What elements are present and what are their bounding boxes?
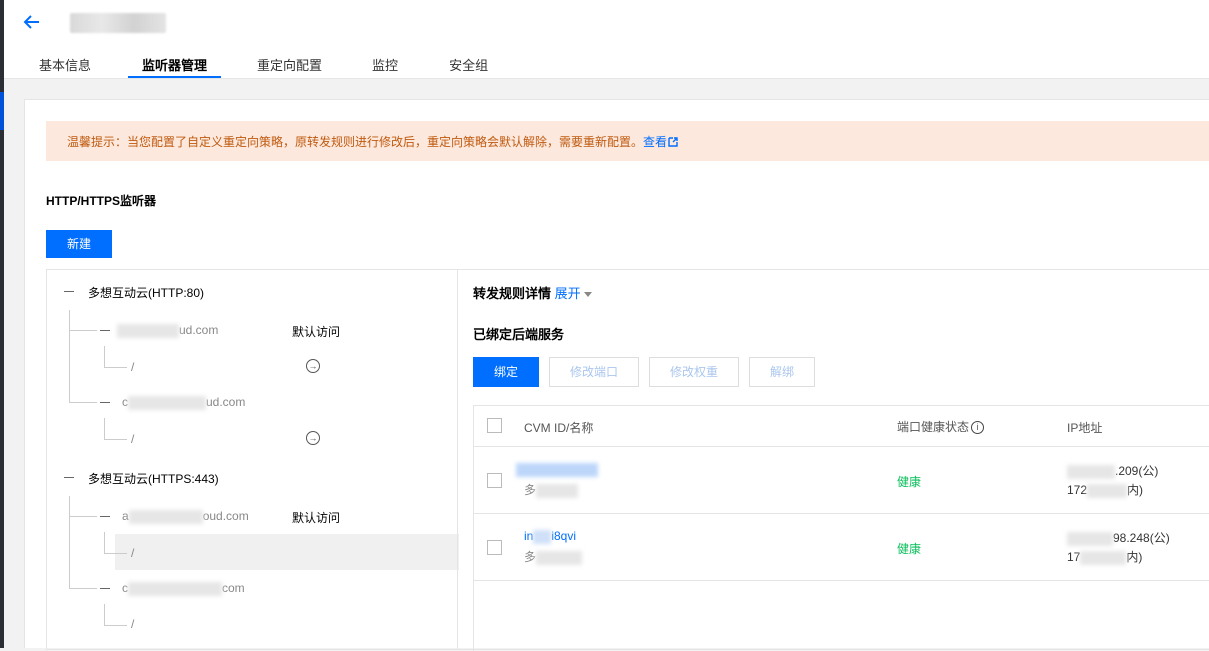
- arrow-right-circle-icon[interactable]: →: [306, 359, 320, 373]
- tab-listener-management[interactable]: 监听器管理: [128, 44, 222, 79]
- section-title: HTTP/HTTPS监听器: [46, 194, 156, 208]
- notice-view-link[interactable]: 查看: [643, 135, 678, 149]
- collapse-icon[interactable]: [100, 402, 110, 403]
- edit-port-button[interactable]: 修改端口: [549, 357, 639, 387]
- path-item[interactable]: /: [131, 360, 134, 374]
- left-nav-active-marker: [0, 92, 4, 130]
- tree-line: [104, 439, 127, 440]
- page-header: 基本信息 监听器管理 重定向配置 监控 安全组: [4, 0, 1209, 79]
- info-icon[interactable]: i: [971, 421, 985, 435]
- external-link-icon: [668, 137, 678, 147]
- tree-line: [104, 625, 127, 626]
- domain-item[interactable]: a oud.com: [122, 509, 249, 524]
- collapse-icon[interactable]: [100, 516, 110, 517]
- table-row: in i8qvi 多 健康 98.248(公) 17 内): [474, 514, 1209, 581]
- tab-security-group[interactable]: 安全组: [449, 44, 488, 79]
- edit-weight-button[interactable]: 修改权重: [649, 357, 739, 387]
- new-listener-button[interactable]: 新建: [46, 230, 112, 258]
- table-row: 多 健康 .209(公) 172 内): [474, 447, 1209, 514]
- domain-item[interactable]: c com: [122, 581, 245, 596]
- health-status: 健康: [897, 542, 922, 556]
- bind-button[interactable]: 绑定: [473, 357, 539, 387]
- tree-line: [69, 516, 97, 517]
- default-access-badge: 默认访问: [292, 511, 341, 525]
- health-status: 健康: [897, 475, 922, 489]
- redirect-notice: 温馨提示：当您配置了自定义重定向策略，原转发规则进行修改后，重定向策略会默认解除…: [46, 121, 1209, 161]
- rule-detail-panel: 转发规则详情 展开 已绑定后端服务 绑定 修改端口 修改权重 解绑 CVM ID…: [457, 269, 1209, 651]
- collapse-icon[interactable]: [100, 588, 110, 589]
- path-item[interactable]: /: [131, 546, 134, 560]
- public-ip: 98.248(公): [1067, 529, 1170, 546]
- tree-line: [69, 402, 97, 403]
- tree-line: [69, 330, 97, 331]
- path-item[interactable]: /: [131, 432, 134, 446]
- cvm-id-link[interactable]: in i8qvi: [524, 529, 576, 544]
- collapse-icon[interactable]: [100, 330, 110, 331]
- domain-item[interactable]: c ud.com: [122, 395, 245, 410]
- caret-down-icon: [584, 292, 593, 297]
- listener-http-80[interactable]: 多想互动云(HTTP:80): [88, 284, 204, 301]
- backend-table: CVM ID/名称 端口健康状态 i IP地址 多 健康 .209(公) 172 内…: [473, 405, 1209, 651]
- row-checkbox[interactable]: [487, 540, 502, 555]
- tree-line: [104, 532, 105, 553]
- domain-item[interactable]: ud.com: [117, 323, 218, 338]
- bound-backend-title: 已绑定后端服务: [473, 327, 565, 342]
- expand-link[interactable]: 展开: [555, 286, 593, 301]
- tab-redirect-config[interactable]: 重定向配置: [257, 44, 322, 79]
- back-arrow-icon[interactable]: [22, 12, 42, 32]
- rule-detail-title: 转发规则详情 展开: [473, 283, 593, 302]
- table-header: CVM ID/名称 端口健康状态 i IP地址: [474, 406, 1209, 447]
- path-item[interactable]: /: [131, 617, 134, 631]
- public-ip: .209(公): [1067, 462, 1158, 479]
- cvm-name: 多: [524, 548, 583, 565]
- tree-line: [69, 496, 70, 588]
- listener-https-443[interactable]: 多想互动云(HTTPS:443): [88, 470, 219, 487]
- collapse-icon[interactable]: [64, 477, 74, 478]
- main-content: 温馨提示：当您配置了自定义重定向策略，原转发规则进行修改后，重定向策略会默认解除…: [24, 99, 1209, 651]
- tree-line: [104, 418, 105, 439]
- col-ip: IP地址: [1067, 421, 1103, 435]
- listener-tree: 多想互动云(HTTP:80) ud.com 默认访问 / → c ud.com /…: [46, 269, 459, 650]
- default-access-badge: 默认访问: [292, 325, 341, 339]
- instance-name-redacted: [70, 13, 166, 33]
- row-checkbox[interactable]: [487, 473, 502, 488]
- tree-line: [104, 553, 127, 554]
- collapse-icon[interactable]: [64, 291, 74, 292]
- cvm-name: 多: [524, 481, 579, 498]
- tab-bar: 基本信息 监听器管理 重定向配置 监控 安全组: [4, 44, 488, 79]
- tree-line: [104, 346, 105, 367]
- col-health: 端口健康状态 i: [897, 418, 985, 435]
- arrow-right-circle-icon[interactable]: →: [306, 431, 320, 445]
- col-cvm-id: CVM ID/名称: [524, 421, 594, 435]
- tree-line: [69, 310, 70, 402]
- private-ip: 172 内): [1067, 483, 1144, 498]
- tab-monitoring[interactable]: 监控: [372, 44, 398, 79]
- notice-text: 温馨提示：当您配置了自定义重定向策略，原转发规则进行修改后，重定向策略会默认解除…: [67, 135, 644, 149]
- tab-basic-info[interactable]: 基本信息: [39, 44, 91, 79]
- tree-line: [104, 367, 127, 368]
- unbind-button[interactable]: 解绑: [749, 357, 815, 387]
- tree-line: [104, 604, 105, 625]
- cvm-id-link[interactable]: [516, 462, 598, 477]
- tree-line: [69, 588, 97, 589]
- select-all-checkbox[interactable]: [487, 418, 502, 433]
- private-ip: 17 内): [1067, 550, 1143, 565]
- selected-tree-row[interactable]: [115, 534, 459, 570]
- left-nav-strip: [0, 0, 4, 648]
